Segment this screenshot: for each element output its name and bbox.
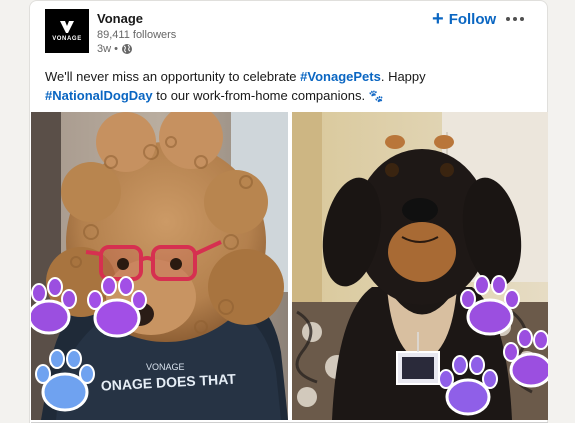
post-text: We'll never miss an opportunity to celeb… (45, 67, 525, 106)
black-tan-dog-photo[interactable] (292, 112, 548, 420)
follow-button[interactable]: + Follow (432, 9, 496, 29)
post-text-segment: We'll never miss an opportunity to celeb… (45, 69, 301, 84)
logo-text: VONAGE (52, 36, 82, 42)
author-name[interactable]: Vonage (97, 11, 143, 26)
follower-count: 89,411 followers (97, 29, 177, 41)
company-logo[interactable]: VONAGE (45, 9, 89, 53)
globe-icon (121, 44, 132, 54)
meta-separator: • (114, 43, 118, 55)
post-card: VONAGE Vonage 89,411 followers 3w • + Fo… (29, 0, 548, 423)
more-options-button[interactable] (500, 9, 530, 29)
more-dot (520, 17, 524, 21)
shirt-brand-text: VONAGE (146, 362, 185, 372)
post-text-segment: to our work-from-home companions. (152, 88, 369, 103)
poodle-with-glasses-photo[interactable]: VONAGE ONAGE DOES THAT (31, 112, 288, 420)
hashtag-nationaldogday[interactable]: #NationalDogDay (45, 88, 153, 103)
post-time: 3w (97, 43, 112, 55)
more-horizontal-icon (506, 17, 510, 21)
post-text-segment: . Happy (380, 69, 426, 84)
more-dot (513, 17, 517, 21)
plus-icon: + (432, 8, 444, 30)
paw-prints-emoji: 🐾 (368, 89, 384, 103)
follow-label: Follow (448, 10, 497, 28)
vonage-v-icon (60, 21, 74, 33)
post-meta: 3w • (97, 43, 133, 55)
post-header: VONAGE Vonage 89,411 followers 3w • + Fo… (45, 9, 535, 61)
feed-page: VONAGE Vonage 89,411 followers 3w • + Fo… (0, 0, 575, 423)
hashtag-vonagepets[interactable]: #VonagePets (300, 69, 381, 84)
post-images: VONAGE ONAGE DOES THAT (31, 112, 548, 420)
